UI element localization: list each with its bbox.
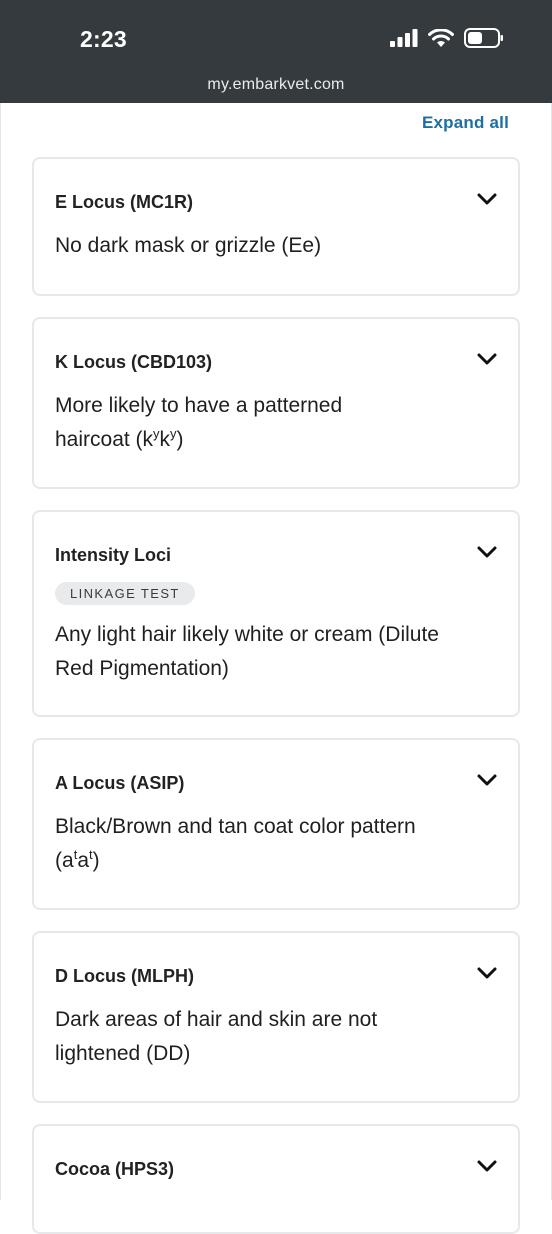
trait-title: A Locus (ASIP) [55, 773, 185, 793]
trait-card-cocoa[interactable]: Cocoa (HPS3) [32, 1124, 520, 1234]
chevron-down-icon[interactable] [476, 1155, 498, 1177]
trait-card-k-locus[interactable]: K Locus (CBD103) More likely to have a p… [32, 317, 520, 489]
wifi-icon [428, 28, 454, 47]
chevron-down-icon[interactable] [476, 769, 498, 791]
status-time: 2:23 [80, 26, 127, 52]
expand-all-link[interactable]: Expand all [422, 113, 509, 133]
chevron-down-icon[interactable] [476, 962, 498, 984]
trait-title: Intensity Loci [55, 545, 172, 565]
trait-title: Cocoa (HPS3) [55, 1159, 175, 1179]
trait-title: K Locus (CBD103) [55, 352, 213, 372]
chevron-down-icon[interactable] [476, 348, 498, 370]
trait-card-intensity-loci[interactable]: Intensity Loci LINKAGE TEST Any light ha… [32, 510, 520, 717]
trait-description: More likely to have a patterned haircoat… [55, 394, 343, 451]
status-icons [390, 28, 504, 48]
trait-description: Black/Brown and tan coat color pattern (… [55, 815, 416, 872]
battery-icon [464, 28, 503, 48]
address-bar-url[interactable]: my.embarkvet.com [0, 76, 552, 94]
chevron-down-icon[interactable] [476, 188, 498, 210]
linkage-test-badge: LINKAGE TEST [55, 582, 195, 605]
trait-description: Any light hair likely white or cream (Di… [55, 623, 439, 680]
trait-card-d-locus[interactable]: D Locus (MLPH) Dark areas of hair and sk… [32, 931, 520, 1103]
trait-description: No dark mask or grizzle (Ee) [55, 234, 322, 257]
trait-title: E Locus (MC1R) [55, 192, 194, 212]
chevron-down-icon[interactable] [476, 541, 498, 563]
trait-title: D Locus (MLPH) [55, 966, 194, 986]
trait-card-a-locus[interactable]: A Locus (ASIP) Black/Brown and tan coat … [32, 738, 520, 910]
trait-description: Dark areas of hair and skin are not ligh… [55, 1008, 378, 1065]
signal-icon [390, 29, 418, 47]
trait-card-e-locus[interactable]: E Locus (MC1R) No dark mask or grizzle (… [32, 157, 520, 296]
browser-top-bar: 2:23 my.embarkvet.com [0, 0, 552, 103]
